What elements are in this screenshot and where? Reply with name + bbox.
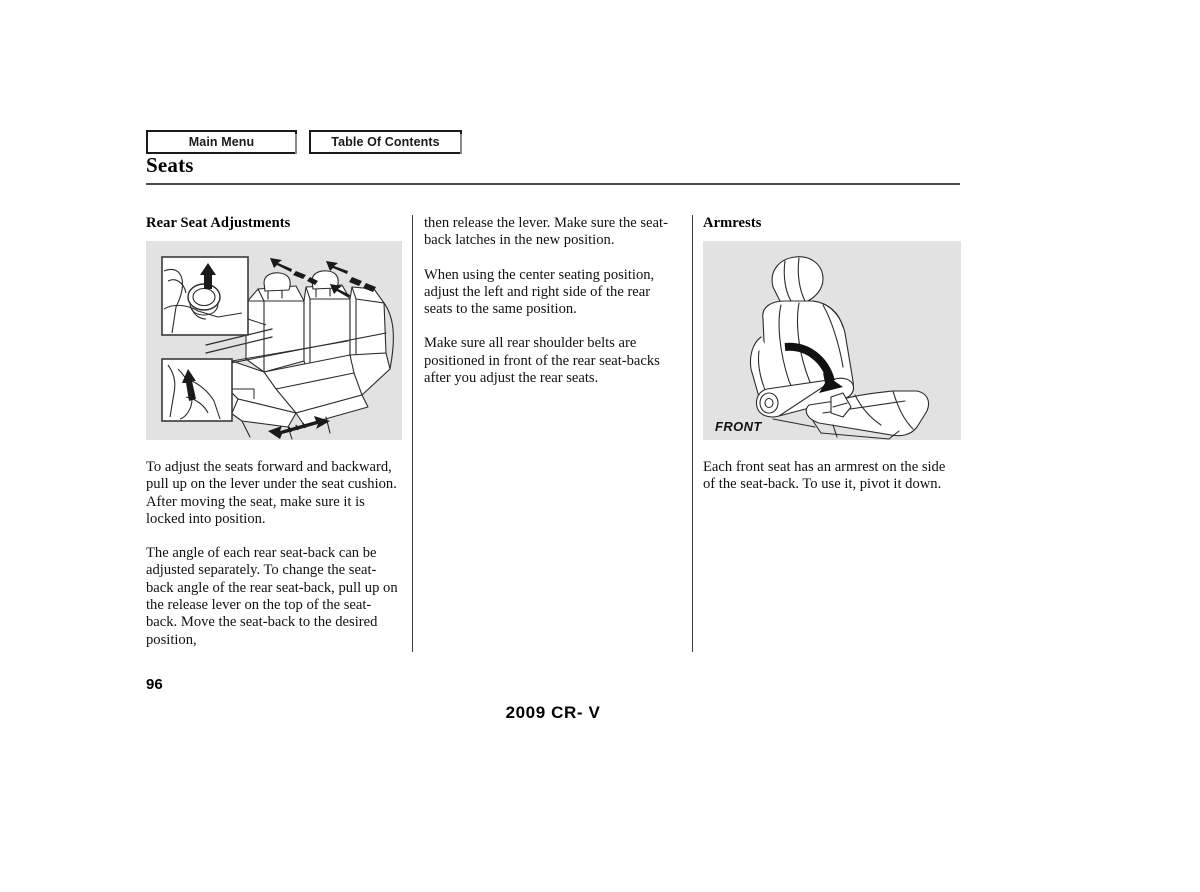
- main-menu-button-label: Main Menu: [188, 135, 255, 149]
- right-column: Armrests FRONT Each front seat has an ar…: [703, 215, 961, 494]
- right-paragraph-1: Each front seat has an armrest on the si…: [703, 459, 946, 493]
- middle-paragraph-3: Make sure all rear shoulder belts are po…: [424, 335, 660, 387]
- rear-seat-adjustment-illustration: [146, 241, 402, 440]
- column-divider-left: [412, 215, 413, 652]
- table-of-contents-button-label: Table Of Contents: [331, 135, 440, 149]
- page-number: 96: [146, 676, 163, 693]
- left-paragraph-2: The angle of each rear seat-back can be …: [146, 545, 398, 648]
- rear-seat-diagram-svg: [161, 256, 394, 440]
- middle-paragraph-1: then release the lever. Make sure the se…: [424, 215, 668, 249]
- button-shadow-edge: [460, 134, 462, 154]
- left-paragraph-1: To adjust the seats forward and backward…: [146, 459, 397, 527]
- front-seat-armrest-illustration: FRONT: [703, 241, 961, 440]
- front-seat-diagram-svg: [749, 256, 930, 440]
- button-shadow-edge: [295, 134, 297, 154]
- section-heading-armrests: Armrests: [703, 215, 762, 231]
- main-menu-button[interactable]: Main Menu: [146, 130, 297, 154]
- title-divider-rule: [146, 183, 960, 185]
- page-title: Seats: [146, 153, 194, 177]
- footer-model-name: 2009 CR- V: [505, 703, 601, 722]
- table-of-contents-button[interactable]: Table Of Contents: [309, 130, 462, 154]
- left-column: Rear Seat Adjustments To adjust the seat…: [146, 215, 402, 649]
- section-heading-rear-seat-adjustments: Rear Seat Adjustments: [146, 215, 291, 231]
- middle-paragraph-2: When using the center seating position, …: [424, 266, 655, 318]
- column-divider-right: [692, 215, 693, 652]
- manual-page: Main Menu Table Of Contents Seats Rear S…: [0, 0, 1200, 892]
- middle-column: then release the lever. Make sure the se…: [424, 215, 680, 387]
- front-direction-label: FRONT: [715, 419, 762, 434]
